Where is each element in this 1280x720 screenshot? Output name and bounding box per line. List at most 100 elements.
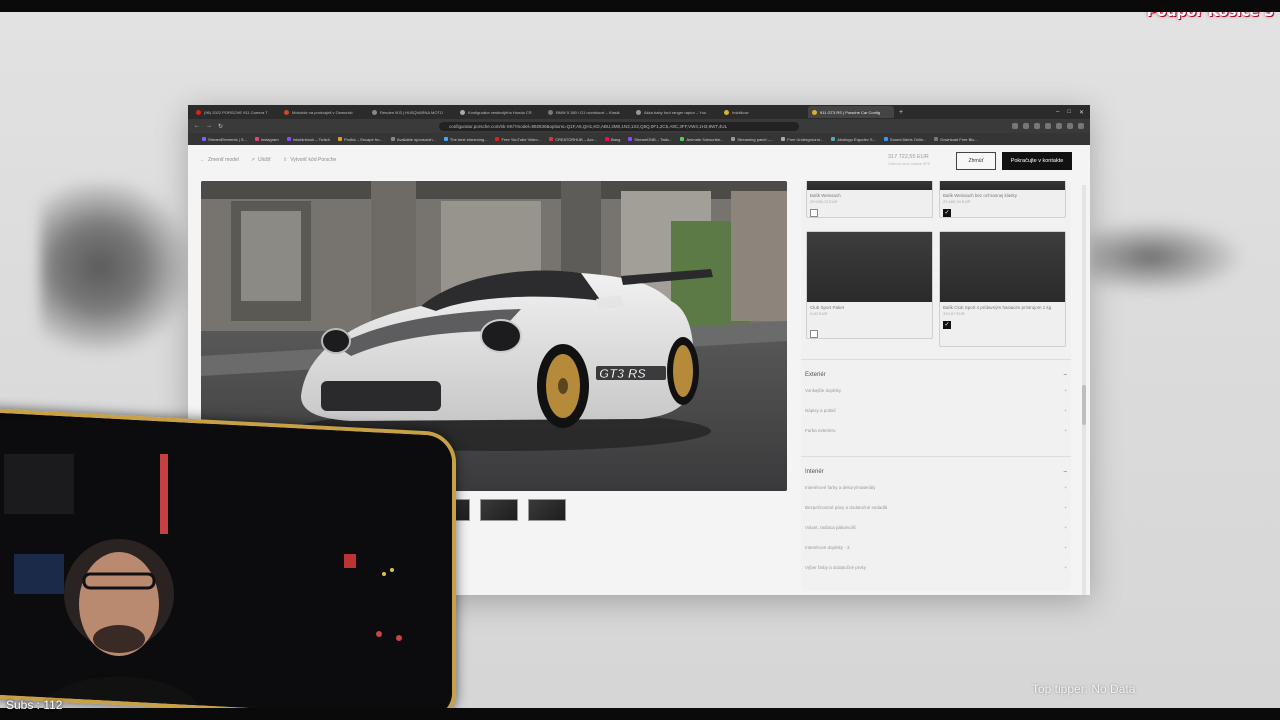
extension-icon[interactable] — [1012, 123, 1018, 129]
package-card[interactable]: Balík Club Sport s prídavným hasiacim pr… — [939, 231, 1066, 347]
subscriber-count: Subs : 112 — [6, 698, 63, 712]
bookmark-item[interactable]: Instagram — [254, 137, 279, 142]
accordion-row[interactable]: Farba exteriéru + — [805, 428, 1067, 448]
extension-icon[interactable] — [1045, 123, 1051, 129]
gallery-thumbnail[interactable] — [480, 499, 518, 521]
package-checkbox-checked[interactable]: ✓ — [943, 209, 951, 217]
package-checkbox[interactable] — [810, 330, 818, 338]
bookmark-item[interactable]: Animate Subscribe... — [680, 137, 723, 142]
contact-button[interactable]: Pokračujte v kontakte — [1002, 152, 1072, 170]
browser-tab[interactable]: 911 GT3 RS | Porsche Car Config — [808, 106, 894, 118]
new-tab-icon[interactable]: + — [899, 109, 903, 116]
expand-icon[interactable]: + — [1064, 525, 1067, 530]
scrollbar-thumb[interactable] — [1082, 385, 1086, 425]
accordion-row-label: Vonkajšie doplnky — [805, 388, 842, 393]
bookmark-item[interactable]: Bang — [604, 137, 620, 142]
package-card[interactable]: Club Sport Paket 0,00 EUR — [806, 231, 933, 339]
expand-icon[interactable]: + — [1064, 408, 1067, 413]
bookmark-item[interactable]: Sound Alerts Onlin... — [883, 136, 927, 142]
bookmark-item[interactable]: Inkubinbook – Twitch — [286, 136, 330, 142]
browser-tab[interactable]: Renden 903 | HUSQVARNA MOTO — [368, 106, 454, 118]
bookmark-favicon-icon — [883, 137, 888, 141]
package-name: Balík Club Sport s prídavným hasiacim pr… — [943, 305, 1052, 310]
accordion-row[interactable]: Volant, radiaca páka/volič + — [805, 525, 1067, 545]
expand-icon[interactable]: + — [1064, 428, 1067, 433]
bookmark-item[interactable]: Streaming panel –... — [731, 137, 773, 142]
expand-icon[interactable]: + — [1064, 565, 1067, 570]
back-icon[interactable]: ← — [194, 123, 200, 129]
bookmark-item[interactable]: Available sponsorsh... — [390, 137, 436, 142]
bookmark-label: Animate Subscribe... — [686, 136, 724, 142]
accordion-row[interactable]: Bezpečnostné pásy a dodatočné sedadlá + — [805, 505, 1067, 525]
accordion-row[interactable]: Interiérové farby a dekory/materiály + — [805, 485, 1067, 505]
package-card[interactable]: Balík Weissach 29 045,03 EUR — [806, 181, 933, 218]
window-controls: – □ ✕ — [1056, 109, 1090, 116]
browser-tab[interactable]: Konfigurátor vestincijého Honda CR — [456, 106, 542, 118]
minimize-icon[interactable]: – — [1056, 109, 1059, 116]
browser-tab[interactable]: BMW 5 380 i G1 novinkové – Klasik — [544, 106, 630, 118]
package-checkbox[interactable] — [810, 209, 818, 217]
reload-icon[interactable]: ↻ — [218, 123, 223, 130]
bookmark-label: The best streaming... — [449, 136, 488, 142]
accordion-row[interactable]: Interiérové doplnky · 3 + — [805, 545, 1067, 565]
collapse-icon[interactable]: – — [1064, 469, 1067, 475]
tab-label: Konfigurátor vestincijého Honda CR — [468, 109, 532, 115]
page-action-link[interactable]: ↗ Uložiť — [251, 157, 271, 163]
expand-icon[interactable]: + — [1064, 545, 1067, 550]
package-price: 29 480,34 EUR — [943, 199, 971, 204]
tab-favicon-icon — [724, 109, 729, 115]
bookmark-label: Inkubinbook – Twitch — [292, 136, 330, 142]
menu-icon[interactable] — [1078, 123, 1084, 129]
package-price: 0,00 EUR — [810, 311, 828, 316]
bookmark-item[interactable]: StreamDNB – Twitc... — [628, 137, 672, 142]
page-scrollbar[interactable] — [1082, 185, 1086, 595]
bookmark-favicon-icon — [443, 137, 448, 141]
bookmark-item[interactable]: Prolkic – Escape fro... — [337, 137, 383, 142]
extension-icon[interactable] — [1034, 123, 1040, 129]
bookmark-label: Sound Alerts Onlin... — [889, 136, 927, 142]
accordion-row-label: Farba exteriéru — [805, 428, 836, 433]
browser-tab[interactable]: Motoride na prodvajeli v Osmorski — [280, 106, 366, 118]
extension-icon[interactable] — [1023, 123, 1029, 129]
tab-label: BMW 5 380 i G1 novinkové – Klasik — [556, 109, 620, 115]
page-action-link[interactable]: ⇪ Vytvoriť kód Porsche — [283, 157, 336, 163]
bookmark-item[interactable]: CREATORHUB – Acc... — [549, 137, 597, 142]
accordion-header[interactable]: Exteriér – — [805, 372, 1067, 378]
accordion-row[interactable]: Nápisy a potlač + — [805, 408, 1067, 428]
tab-favicon-icon — [372, 109, 377, 115]
package-image — [807, 232, 932, 302]
bookmark-favicon-icon — [628, 137, 633, 141]
bookmark-item[interactable]: Abollogo Ergodev S... — [831, 137, 876, 142]
bookmark-item[interactable]: Download Free Blo... — [934, 137, 978, 142]
page-action-link[interactable]: ← Zmeniť model — [200, 157, 239, 163]
extension-icon[interactable] — [1067, 123, 1073, 129]
browser-tab[interactable]: Insblikow — [720, 106, 806, 118]
maximize-icon[interactable]: □ — [1067, 109, 1071, 116]
close-icon[interactable]: ✕ — [1079, 109, 1084, 116]
url-field[interactable]: configurator.porsche.com/sk-SK/?model=99… — [439, 121, 800, 131]
expand-icon[interactable]: + — [1064, 505, 1067, 510]
bookmark-item[interactable]: Free Underground... — [781, 137, 823, 142]
collapse-icon[interactable]: – — [1064, 372, 1067, 378]
package-price: 29 045,03 EUR — [810, 199, 838, 204]
package-card[interactable]: Balík Weissach bez ochrannej klietky 29 … — [939, 181, 1066, 218]
expand-icon[interactable]: + — [1064, 388, 1067, 393]
browser-tab[interactable]: Akka baby ford ranger raptor – You — [632, 106, 718, 118]
bookmark-item[interactable]: The best streaming... — [443, 136, 488, 142]
extension-icon[interactable] — [1056, 123, 1062, 129]
accordion-section: Exteriér – Vonkajšie doplnky + Nápisy a potl… — [801, 359, 1071, 448]
browser-tab[interactable]: (96) 2022 PORSCHE 911 Carrera T — [192, 106, 278, 118]
bookmark-item[interactable]: StreamElements | S... — [202, 137, 247, 142]
accordion-row[interactable]: Výber farby a dodatočné prvky + — [805, 565, 1067, 585]
package-name: Balík Weissach — [810, 193, 841, 198]
accordion-row[interactable]: Vonkajšie doplnky + — [805, 388, 1067, 408]
forward-icon[interactable]: → — [206, 123, 212, 129]
bookmark-item[interactable]: Free YouTube Video... — [495, 137, 541, 142]
gallery-thumbnail[interactable] — [528, 499, 566, 521]
package-checkbox-checked[interactable]: ✓ — [943, 321, 951, 329]
expand-icon[interactable]: + — [1064, 485, 1067, 490]
total-price-value: 317 722,55 EUR — [888, 154, 929, 160]
summary-button[interactable]: Zhrnúť — [956, 152, 996, 170]
accordion-header[interactable]: Interiér – — [805, 469, 1067, 475]
svg-text:GT3 RS: GT3 RS — [599, 366, 646, 381]
